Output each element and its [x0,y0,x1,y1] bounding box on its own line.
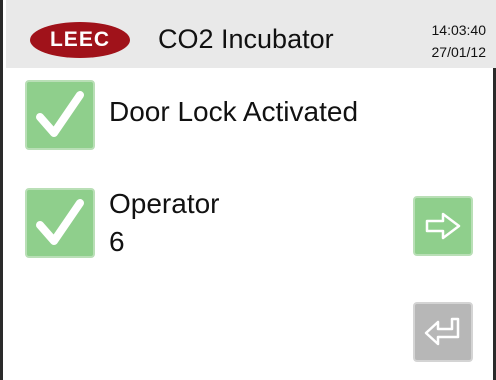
door-lock-label: Door Lock Activated [109,96,359,127]
operator-value: 6 [109,226,125,257]
enter-return-icon [424,317,460,346]
leec-logo: LEEC [30,22,130,58]
enter-button[interactable] [413,302,473,362]
header-bar: LEEC CO2 Incubator 14:03:40 27/01/12 [6,0,496,68]
operator-label: Operator [109,188,220,219]
checkmark-icon [36,91,84,137]
operator-status-button[interactable] [25,188,95,258]
page-title: CO2 Incubator [158,24,334,54]
door-lock-status-button[interactable] [25,80,95,150]
clock-date: 27/01/12 [431,44,487,60]
next-button[interactable] [413,196,473,256]
clock-time: 14:03:40 [431,22,487,38]
checkmark-icon [36,199,84,245]
incubator-screen: LEEC CO2 Incubator 14:03:40 27/01/12 Doo… [0,0,496,380]
arrow-right-icon [425,212,461,240]
